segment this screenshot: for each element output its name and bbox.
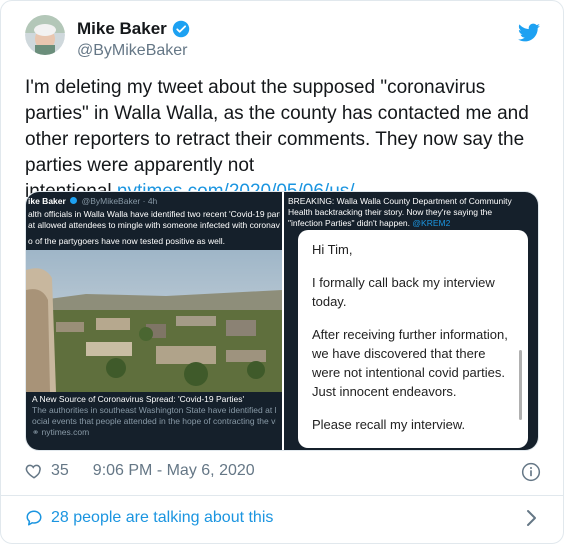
caption-line-1: The authorities in southeast Washington …: [32, 405, 276, 415]
embedded-verified-icon: [70, 197, 78, 204]
media-image-left[interactable]: ike Baker @ByMikeBaker · 4h alth officia…: [26, 192, 282, 450]
tweet-timestamp[interactable]: 9:06 PM - May 6, 2020: [93, 462, 255, 480]
author-name-row[interactable]: Mike Baker: [77, 19, 190, 39]
conversation-label[interactable]: 28 people are talking about this: [51, 509, 273, 527]
info-icon[interactable]: [521, 462, 541, 482]
caption-source-row: ⚭ nytimes.com: [32, 427, 276, 438]
media-image-right[interactable]: BREAKING: Walla Walla County Department …: [284, 192, 538, 450]
memo-screenshot: Hi Tim, I formally call back my intervie…: [298, 230, 528, 448]
tweet-text: I'm deleting my tweet about the supposed…: [25, 75, 545, 205]
tweet-meta-row: 35 9:06 PM - May 6, 2020: [25, 462, 255, 480]
twitter-bird-icon[interactable]: [517, 21, 541, 45]
embedded-tweet-header: ike Baker @ByMikeBaker · 4h alth officia…: [28, 196, 280, 247]
memo-greeting: Hi Tim,: [312, 242, 353, 257]
media-grid: ike Baker @ByMikeBaker · 4h alth officia…: [25, 191, 539, 451]
breaking-text: BREAKING: Walla Walla County Department …: [288, 196, 538, 229]
embedded-line-1: alth officials in Walla Walla have ident…: [28, 209, 280, 219]
memo-paragraph-2: After receiving further information, we …: [312, 327, 508, 399]
conversation-link[interactable]: 28 people are talking about this: [25, 509, 273, 527]
author-name[interactable]: Mike Baker: [77, 19, 167, 39]
memo-scrollbar: [519, 350, 522, 420]
author-handle[interactable]: @ByMikeBaker: [77, 42, 188, 60]
caption-title: A New Source of Coronavirus Spread: 'Cov…: [32, 394, 245, 404]
embedded-line-2: at allowed attendees to mingle with some…: [28, 220, 280, 230]
like-count[interactable]: 35: [51, 462, 69, 480]
heart-icon[interactable]: [25, 462, 43, 480]
memo-paragraph-1: I formally call back my interview today.: [312, 275, 495, 309]
link-icon: ⚭: [32, 427, 40, 437]
breaking-line-1: BREAKING: Walla Walla County Department …: [288, 196, 512, 206]
tweet-card: Mike Baker @ByMikeBaker I'm deleting my …: [0, 0, 564, 544]
breaking-line-2: Health backtracking their story. Now the…: [288, 207, 493, 217]
comment-icon: [26, 510, 42, 526]
breaking-line-3: "infection Parties" didn't happen.: [288, 218, 411, 228]
caption-line-2: ocial events that people attended in the…: [32, 416, 276, 426]
town-aerial-photo: [26, 250, 282, 392]
breaking-line-3-row: "infection Parties" didn't happen. @KREM…: [288, 218, 538, 229]
embedded-author: ike Baker: [28, 196, 66, 206]
caption-source: nytimes.com: [41, 427, 90, 437]
embedded-handle: @ByMikeBaker · 4h: [81, 196, 158, 206]
verified-badge-icon: [172, 20, 190, 38]
embedded-line-3: o of the partygoers have now tested posi…: [28, 236, 226, 246]
chevron-right-icon[interactable]: [525, 509, 539, 527]
memo-paragraph-3: Please recall my interview.: [312, 417, 466, 432]
divider: [1, 495, 563, 496]
mention-krem2: @KREM2: [412, 218, 451, 228]
link-card-caption[interactable]: A New Source of Coronavirus Spread: 'Cov…: [26, 390, 282, 450]
avatar[interactable]: [25, 15, 65, 55]
